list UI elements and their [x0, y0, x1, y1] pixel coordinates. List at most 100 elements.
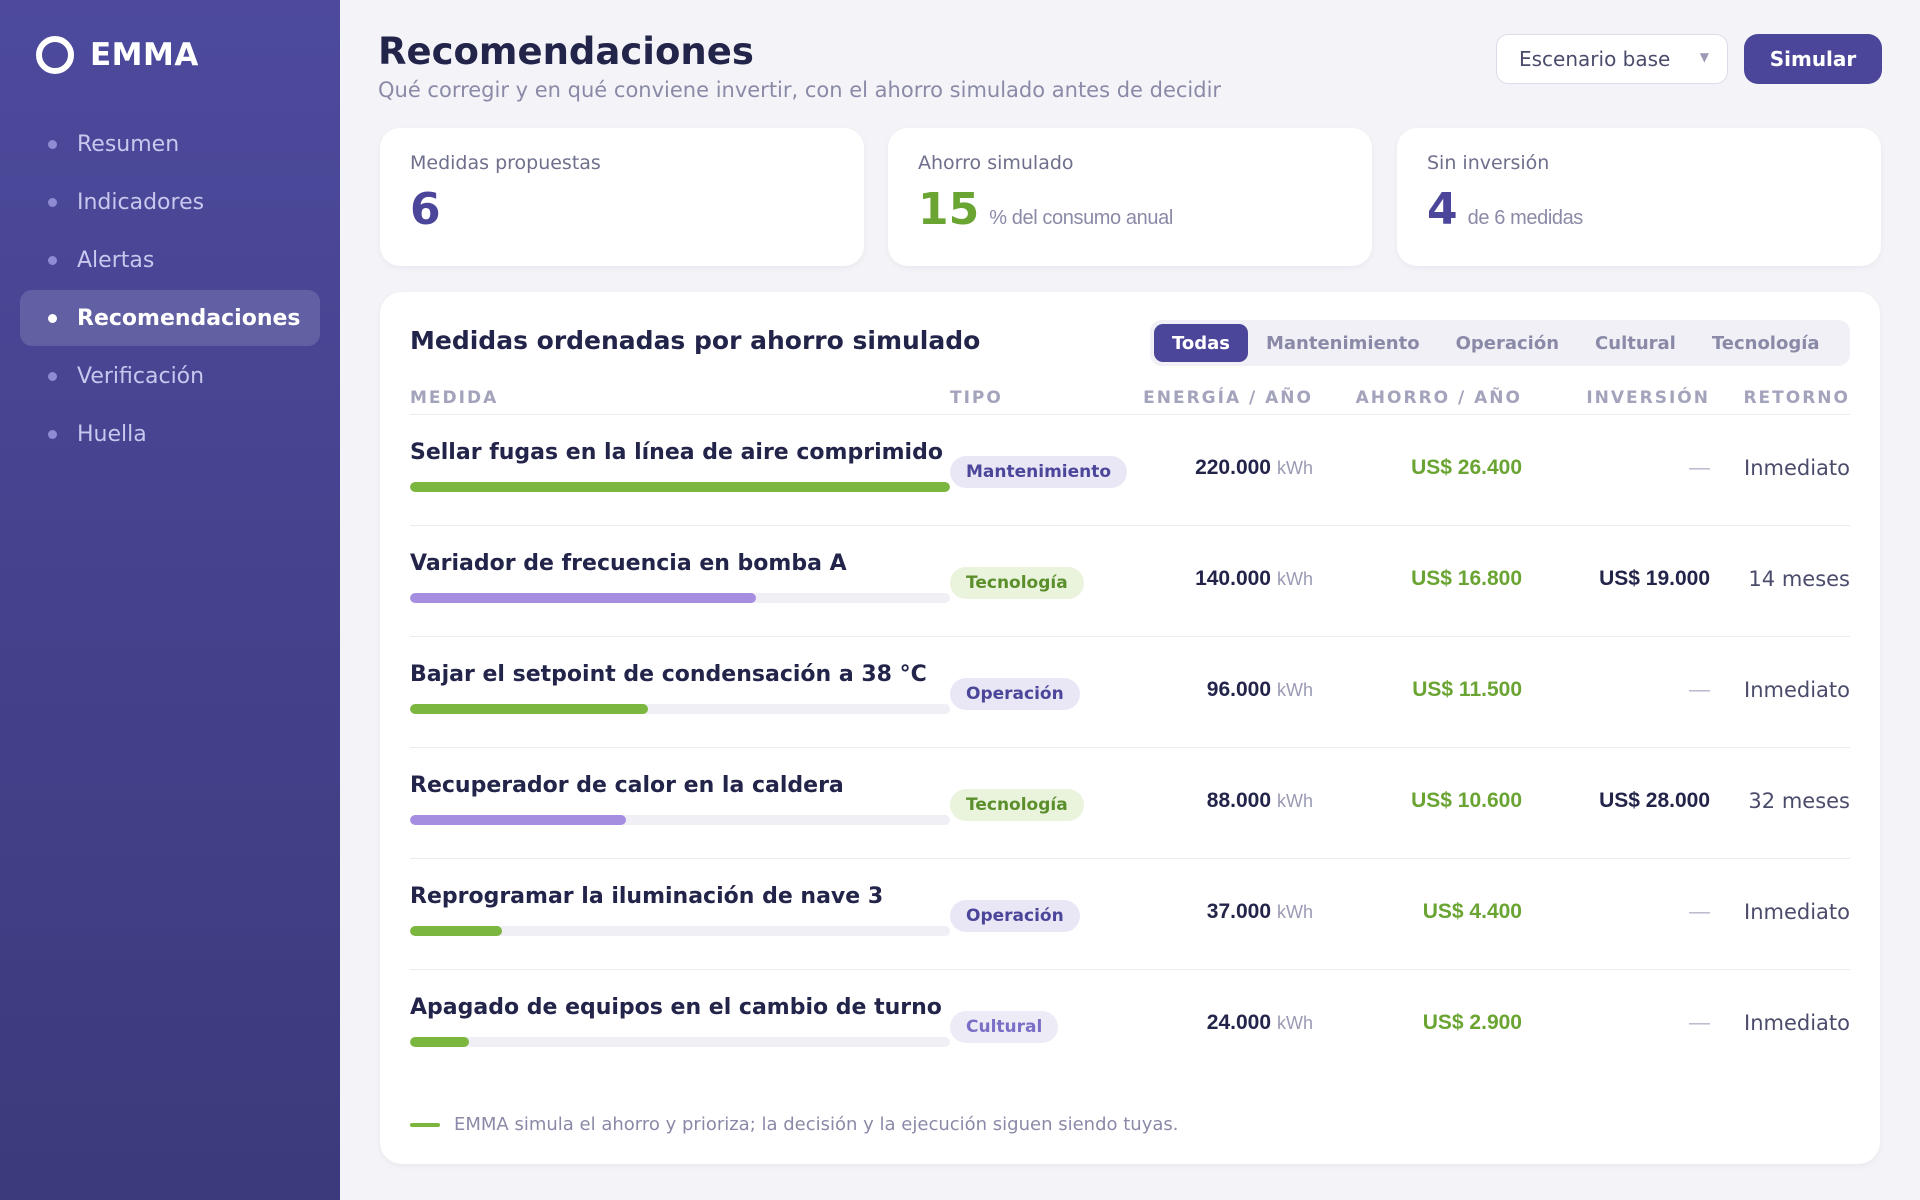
saving-cell: US$ 16.800 [1411, 567, 1522, 590]
panel-title: Medidas ordenadas por ahorro simulado [410, 326, 981, 355]
saving-bar-fill [410, 593, 756, 603]
investment-cell: US$ 19.000 [1599, 567, 1710, 590]
kpi-label: Sin inversión [1427, 152, 1550, 174]
filter-tab[interactable]: Mantenimiento [1248, 324, 1438, 362]
measure-name: Variador de frecuencia en bomba A [410, 551, 847, 576]
measure-name: Bajar el setpoint de condensación a 38 °… [410, 662, 927, 687]
type-badge: Mantenimiento [950, 456, 1128, 488]
energy-value: 96.000 [1206, 678, 1271, 701]
table-row[interactable]: Apagado de equipos en el cambio de turno… [410, 969, 1850, 1080]
column-header-energy: ENERGÍA / AÑO [1143, 388, 1313, 408]
saving-bar [410, 1037, 950, 1047]
energy-cell: 37.000 kWh [1113, 900, 1313, 924]
saving-bar [410, 815, 950, 825]
table-row[interactable]: Reprogramar la iluminación de nave 3 Oper… [410, 858, 1850, 969]
return-cell: Inmediato [1744, 678, 1850, 702]
sidebar-item-label: Recomendaciones [77, 305, 301, 331]
energy-cell: 96.000 kWh [1113, 678, 1313, 702]
sidebar-item-2[interactable]: Alertas [20, 232, 320, 288]
sidebar-item-label: Indicadores [77, 189, 205, 215]
energy-unit: kWh [1277, 1013, 1313, 1033]
saving-bar-fill [410, 704, 648, 714]
investment-cell: — [1689, 678, 1710, 701]
filter-tab[interactable]: Todas [1154, 324, 1248, 362]
energy-value: 220.000 [1195, 456, 1271, 479]
type-badge: Cultural [950, 1011, 1059, 1043]
scenario-select[interactable]: Escenario base ▼ [1496, 34, 1728, 84]
saving-bar-fill [410, 815, 626, 825]
measure-name: Apagado de equipos en el cambio de turno [410, 995, 942, 1020]
table-row[interactable]: Sellar fugas en la línea de aire comprim… [410, 414, 1850, 525]
saving-bar [410, 482, 950, 492]
table-row[interactable]: Bajar el setpoint de condensación a 38 °… [410, 636, 1850, 747]
saving-bar [410, 926, 950, 936]
saving-cell: US$ 2.900 [1422, 1011, 1522, 1034]
footnote-marker [410, 1122, 440, 1127]
column-header-return: RETORNO [1743, 388, 1850, 408]
simulate-button[interactable]: Simular [1744, 34, 1882, 84]
table-row[interactable]: Recuperador de calor en la caldera Tecnol… [410, 747, 1850, 858]
saving-bar-fill [410, 482, 950, 492]
energy-value: 24.000 [1206, 1011, 1271, 1034]
sidebar: EMMA Resumen Indicadores Alertas Recomendac… [0, 0, 340, 1200]
measure-name: Recuperador de calor en la caldera [410, 773, 844, 798]
kpi-value: 15 [918, 184, 980, 235]
saving-bar-fill [410, 926, 502, 936]
energy-value: 140.000 [1195, 567, 1271, 590]
column-header-type: TIPO [950, 388, 1003, 408]
type-badge: Operación [950, 900, 1080, 932]
sidebar-item-3[interactable]: Recomendaciones [20, 290, 320, 346]
return-cell: Inmediato [1744, 456, 1850, 480]
saving-cell: US$ 4.400 [1422, 900, 1522, 923]
saving-bar [410, 704, 950, 714]
saving-bar-fill [410, 1037, 470, 1047]
filter-tab[interactable]: Operación [1438, 324, 1577, 362]
sidebar-item-4[interactable]: Verificación [20, 348, 320, 404]
bullet-icon [48, 429, 57, 439]
filter-tab[interactable]: Tecnología [1694, 324, 1838, 362]
energy-value: 88.000 [1206, 789, 1271, 812]
brand[interactable]: EMMA [36, 36, 199, 74]
sidebar-item-label: Huella [77, 421, 147, 447]
return-cell: Inmediato [1744, 1011, 1850, 1035]
bullet-icon [48, 197, 57, 207]
table-row[interactable]: Variador de frecuencia en bomba A Tecnolo… [410, 525, 1850, 636]
energy-unit: kWh [1277, 569, 1313, 589]
footnote: EMMA simula el ahorro y prioriza; la dec… [410, 1114, 1178, 1135]
sidebar-item-1[interactable]: Indicadores [20, 174, 320, 230]
energy-unit: kWh [1277, 791, 1313, 811]
energy-value: 37.000 [1206, 900, 1271, 923]
kpi-card-saving: Ahorro simulado 15 % del consumo anual [888, 128, 1372, 266]
kpi-label: Medidas propuestas [410, 152, 601, 174]
kpi-unit: de 6 medidas [1467, 207, 1584, 229]
sidebar-item-label: Verificación [77, 363, 205, 389]
column-header-measure: MEDIDA [410, 388, 499, 408]
sidebar-item-label: Alertas [77, 247, 155, 273]
energy-unit: kWh [1277, 902, 1313, 922]
bullet-icon [48, 313, 57, 323]
kpi-value: 4 [1427, 184, 1458, 235]
column-header-investment: INVERSIÓN [1586, 388, 1710, 408]
measure-name: Reprogramar la iluminación de nave 3 [410, 884, 884, 909]
kpi-card-no-investment: Sin inversión 4 de 6 medidas [1397, 128, 1881, 266]
return-cell: Inmediato [1744, 900, 1850, 924]
investment-cell: — [1689, 1011, 1710, 1034]
type-badge: Tecnología [950, 567, 1084, 599]
type-badge: Tecnología [950, 789, 1084, 821]
type-badge: Operación [950, 678, 1080, 710]
return-cell: 14 meses [1748, 567, 1850, 591]
measures-panel: Medidas ordenadas por ahorro simulado To… [380, 292, 1880, 1164]
sidebar-item-0[interactable]: Resumen [20, 116, 320, 172]
filter-tab[interactable]: Cultural [1577, 324, 1694, 362]
sidebar-item-5[interactable]: Huella [20, 406, 320, 462]
energy-cell: 140.000 kWh [1113, 567, 1313, 591]
return-cell: 32 meses [1748, 789, 1850, 813]
saving-cell: US$ 11.500 [1412, 678, 1522, 701]
page-title: Recomendaciones [378, 30, 754, 73]
brand-name: EMMA [90, 37, 199, 73]
sidebar-nav: Resumen Indicadores Alertas Recomendaciones… [20, 116, 320, 464]
saving-cell: US$ 26.400 [1411, 456, 1522, 479]
kpi-card-measures: Medidas propuestas 6 [380, 128, 864, 266]
energy-cell: 88.000 kWh [1113, 789, 1313, 813]
footnote-text: EMMA simula el ahorro y prioriza; la dec… [454, 1114, 1179, 1135]
